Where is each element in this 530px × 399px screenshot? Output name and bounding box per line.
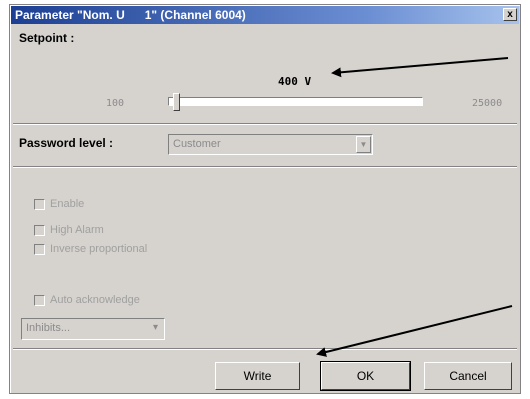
- auto-acknowledge-label: Auto acknowledge: [50, 294, 140, 306]
- password-level-label: Password level :: [19, 136, 114, 150]
- chevron-down-icon[interactable]: ▾: [153, 319, 158, 337]
- enable-label: Enable: [50, 198, 85, 210]
- write-button[interactable]: Write: [215, 362, 300, 390]
- inverse-proportional-label: Inverse proportional: [50, 243, 148, 255]
- high-alarm-checkbox-row[interactable]: High Alarm: [34, 223, 104, 237]
- enable-checkbox[interactable]: [34, 198, 45, 210]
- cancel-button[interactable]: Cancel: [424, 362, 512, 390]
- inhibits-value: Inhibits...: [26, 322, 71, 334]
- slider-max-label: 25000: [472, 98, 503, 109]
- setpoint-slider-track[interactable]: [168, 97, 423, 106]
- inverse-proportional-checkbox-row[interactable]: Inverse proportional: [34, 242, 147, 256]
- high-alarm-label: High Alarm: [50, 224, 104, 236]
- separator: [13, 123, 517, 125]
- setpoint-value: 400 V: [278, 75, 312, 88]
- ok-button[interactable]: OK: [320, 361, 411, 391]
- password-level-select[interactable]: Customer ▼: [168, 134, 373, 155]
- title-bar[interactable]: Parameter "Nom. U 1" (Channel 6004) x: [11, 6, 519, 24]
- setpoint-slider-thumb[interactable]: [173, 93, 180, 111]
- high-alarm-checkbox[interactable]: [34, 224, 45, 236]
- inhibits-select[interactable]: Inhibits... ▾: [21, 318, 165, 340]
- slider-min-label: 100: [106, 98, 125, 109]
- password-level-value: Customer: [173, 138, 221, 150]
- window-title: Parameter "Nom. U 1" (Channel 6004): [15, 8, 246, 22]
- chevron-down-icon[interactable]: ▼: [356, 136, 371, 153]
- auto-acknowledge-checkbox-row[interactable]: Auto acknowledge: [34, 293, 140, 307]
- separator: [13, 166, 517, 168]
- enable-checkbox-row[interactable]: Enable: [34, 197, 84, 211]
- auto-acknowledge-checkbox[interactable]: [34, 294, 45, 306]
- inverse-proportional-checkbox[interactable]: [34, 243, 45, 255]
- close-button[interactable]: x: [503, 8, 517, 21]
- setpoint-label: Setpoint :: [19, 31, 75, 45]
- parameter-dialog: Parameter "Nom. U 1" (Channel 6004) x Se…: [9, 4, 521, 394]
- separator: [13, 348, 517, 350]
